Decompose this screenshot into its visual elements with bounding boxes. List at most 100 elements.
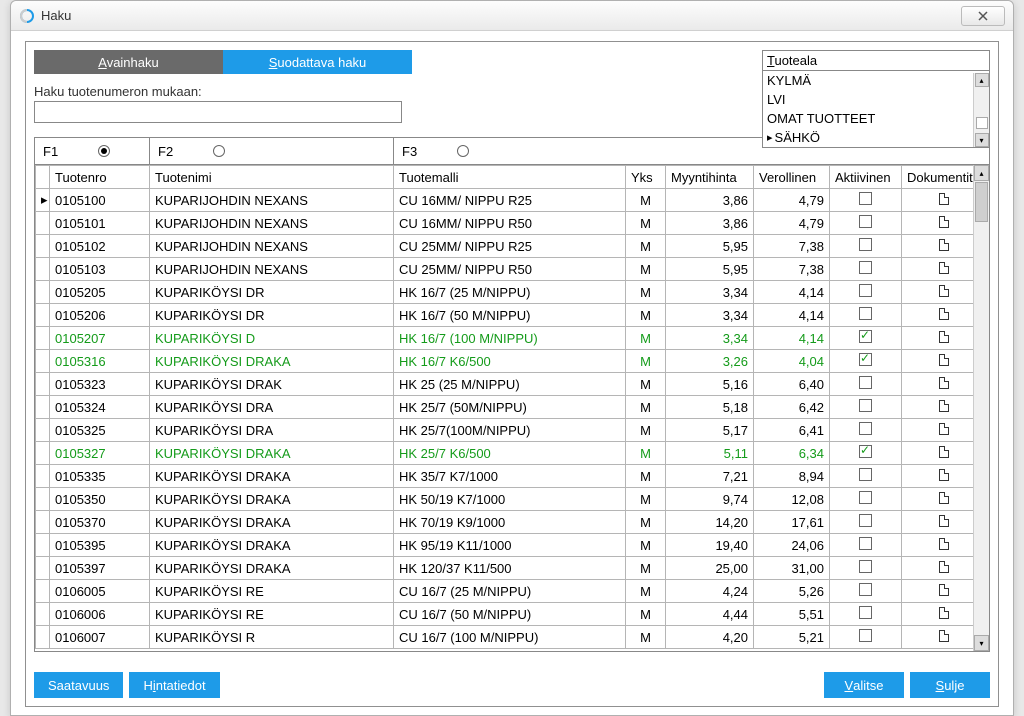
table-row[interactable]: 0105206KUPARIKÖYSI DRHK 16/7 (50 M/NIPPU… — [36, 304, 986, 327]
document-icon[interactable] — [939, 423, 949, 435]
checkbox-icon[interactable] — [859, 215, 872, 228]
document-icon[interactable] — [939, 561, 949, 573]
document-icon[interactable] — [939, 630, 949, 642]
valitse-button[interactable]: Valitse — [824, 672, 904, 698]
checkbox-icon[interactable] — [859, 399, 872, 412]
table-row[interactable]: 0105325KUPARIKÖYSI DRAHK 25/7(100M/NIPPU… — [36, 419, 986, 442]
cell-aktiivinen[interactable] — [830, 258, 902, 281]
fcol-2[interactable]: F2 — [150, 138, 394, 164]
cell-aktiivinen[interactable] — [830, 534, 902, 557]
document-icon[interactable] — [939, 446, 949, 458]
tab-avainhaku[interactable]: Avainhaku — [34, 50, 223, 74]
scroll-thumb[interactable] — [975, 182, 988, 222]
checkbox-icon[interactable] — [859, 307, 872, 320]
search-input[interactable] — [34, 101, 402, 123]
cell-aktiivinen[interactable] — [830, 442, 902, 465]
document-icon[interactable] — [939, 607, 949, 619]
scroll-up-icon[interactable]: ▴ — [975, 73, 989, 87]
table-row[interactable]: 0106005KUPARIKÖYSI RECU 16/7 (25 M/NIPPU… — [36, 580, 986, 603]
scroll-down-icon[interactable]: ▾ — [975, 133, 989, 147]
tab-suodattava[interactable]: Suodattava haku — [223, 50, 412, 74]
table-row[interactable]: 0106007KUPARIKÖYSI RCU 16/7 (100 M/NIPPU… — [36, 626, 986, 649]
close-button[interactable] — [961, 6, 1005, 26]
document-icon[interactable] — [939, 469, 949, 481]
col-tuotenro[interactable]: Tuotenro — [50, 166, 150, 189]
radio-f3[interactable] — [457, 145, 469, 157]
grid-scrollbar[interactable]: ▴ ▾ — [973, 165, 989, 651]
checkbox-icon[interactable] — [859, 238, 872, 251]
cell-aktiivinen[interactable] — [830, 488, 902, 511]
saatavuus-button[interactable]: Saatavuus — [34, 672, 123, 698]
cell-aktiivinen[interactable] — [830, 327, 902, 350]
cell-aktiivinen[interactable] — [830, 511, 902, 534]
table-row[interactable]: 0105370KUPARIKÖYSI DRAKAHK 70/19 K9/1000… — [36, 511, 986, 534]
document-icon[interactable] — [939, 262, 949, 274]
cell-aktiivinen[interactable] — [830, 350, 902, 373]
radio-f1[interactable] — [98, 145, 110, 157]
scroll-up-icon[interactable]: ▴ — [974, 165, 989, 181]
tuoteala-item[interactable]: SÄHKÖ — [763, 128, 989, 147]
col-tuotemalli[interactable]: Tuotemalli — [394, 166, 626, 189]
table-row[interactable]: 0105350KUPARIKÖYSI DRAKAHK 50/19 K7/1000… — [36, 488, 986, 511]
checkbox-icon[interactable] — [859, 583, 872, 596]
hintatiedot-button[interactable]: Hintatiedot — [129, 672, 219, 698]
table-row[interactable]: 0105335KUPARIKÖYSI DRAKAHK 35/7 K7/1000M… — [36, 465, 986, 488]
table-row[interactable]: ▸0105100KUPARIJOHDIN NEXANSCU 16MM/ NIPP… — [36, 189, 986, 212]
tuoteala-scrollbar[interactable]: ▴ ▾ — [973, 73, 989, 147]
cell-aktiivinen[interactable] — [830, 281, 902, 304]
cell-aktiivinen[interactable] — [830, 419, 902, 442]
fcol-1[interactable]: F1 — [35, 138, 150, 164]
checkbox-icon[interactable] — [859, 284, 872, 297]
cell-aktiivinen[interactable] — [830, 373, 902, 396]
checkbox-icon[interactable] — [859, 192, 872, 205]
checkbox-icon[interactable] — [859, 560, 872, 573]
tuoteala-item[interactable]: OMAT TUOTTEET — [763, 109, 989, 128]
checkbox-icon[interactable] — [859, 514, 872, 527]
document-icon[interactable] — [939, 331, 949, 343]
scroll-down-icon[interactable]: ▾ — [974, 635, 989, 651]
document-icon[interactable] — [939, 285, 949, 297]
table-row[interactable]: 0105103KUPARIJOHDIN NEXANSCU 25MM/ NIPPU… — [36, 258, 986, 281]
cell-aktiivinen[interactable] — [830, 626, 902, 649]
checkbox-icon[interactable] — [859, 353, 872, 366]
checkbox-icon[interactable] — [859, 261, 872, 274]
sulje-button[interactable]: Sulje — [910, 672, 990, 698]
document-icon[interactable] — [939, 308, 949, 320]
checkbox-icon[interactable] — [859, 537, 872, 550]
table-row[interactable]: 0105324KUPARIKÖYSI DRAHK 25/7 (50M/NIPPU… — [36, 396, 986, 419]
document-icon[interactable] — [939, 216, 949, 228]
document-icon[interactable] — [939, 354, 949, 366]
table-row[interactable]: 0105102KUPARIJOHDIN NEXANSCU 25MM/ NIPPU… — [36, 235, 986, 258]
table-row[interactable]: 0105397KUPARIKÖYSI DRAKAHK 120/37 K11/50… — [36, 557, 986, 580]
cell-aktiivinen[interactable] — [830, 603, 902, 626]
document-icon[interactable] — [939, 400, 949, 412]
cell-aktiivinen[interactable] — [830, 465, 902, 488]
product-grid[interactable]: Tuotenro Tuotenimi Tuotemalli Yks Myynti… — [35, 165, 986, 649]
col-myyntihinta[interactable]: Myyntihinta — [666, 166, 754, 189]
checkbox-icon[interactable] — [859, 606, 872, 619]
tuoteala-item[interactable]: KYLMÄ — [763, 71, 989, 90]
cell-aktiivinen[interactable] — [830, 235, 902, 258]
table-row[interactable]: 0105323KUPARIKÖYSI DRAKHK 25 (25 M/NIPPU… — [36, 373, 986, 396]
table-row[interactable]: 0105207KUPARIKÖYSI DHK 16/7 (100 M/NIPPU… — [36, 327, 986, 350]
cell-aktiivinen[interactable] — [830, 304, 902, 327]
table-row[interactable]: 0105327KUPARIKÖYSI DRAKAHK 25/7 K6/500M5… — [36, 442, 986, 465]
document-icon[interactable] — [939, 239, 949, 251]
checkbox-icon[interactable] — [859, 629, 872, 642]
cell-aktiivinen[interactable] — [830, 212, 902, 235]
table-row[interactable]: 0105101KUPARIJOHDIN NEXANSCU 16MM/ NIPPU… — [36, 212, 986, 235]
col-yks[interactable]: Yks — [626, 166, 666, 189]
col-tuotenimi[interactable]: Tuotenimi — [150, 166, 394, 189]
scroll-thumb[interactable] — [976, 117, 988, 129]
document-icon[interactable] — [939, 538, 949, 550]
checkbox-icon[interactable] — [859, 445, 872, 458]
document-icon[interactable] — [939, 492, 949, 504]
document-icon[interactable] — [939, 584, 949, 596]
checkbox-icon[interactable] — [859, 422, 872, 435]
cell-aktiivinen[interactable] — [830, 396, 902, 419]
document-icon[interactable] — [939, 377, 949, 389]
checkbox-icon[interactable] — [859, 330, 872, 343]
table-row[interactable]: 0105316KUPARIKÖYSI DRAKAHK 16/7 K6/500M3… — [36, 350, 986, 373]
radio-f2[interactable] — [213, 145, 225, 157]
checkbox-icon[interactable] — [859, 468, 872, 481]
